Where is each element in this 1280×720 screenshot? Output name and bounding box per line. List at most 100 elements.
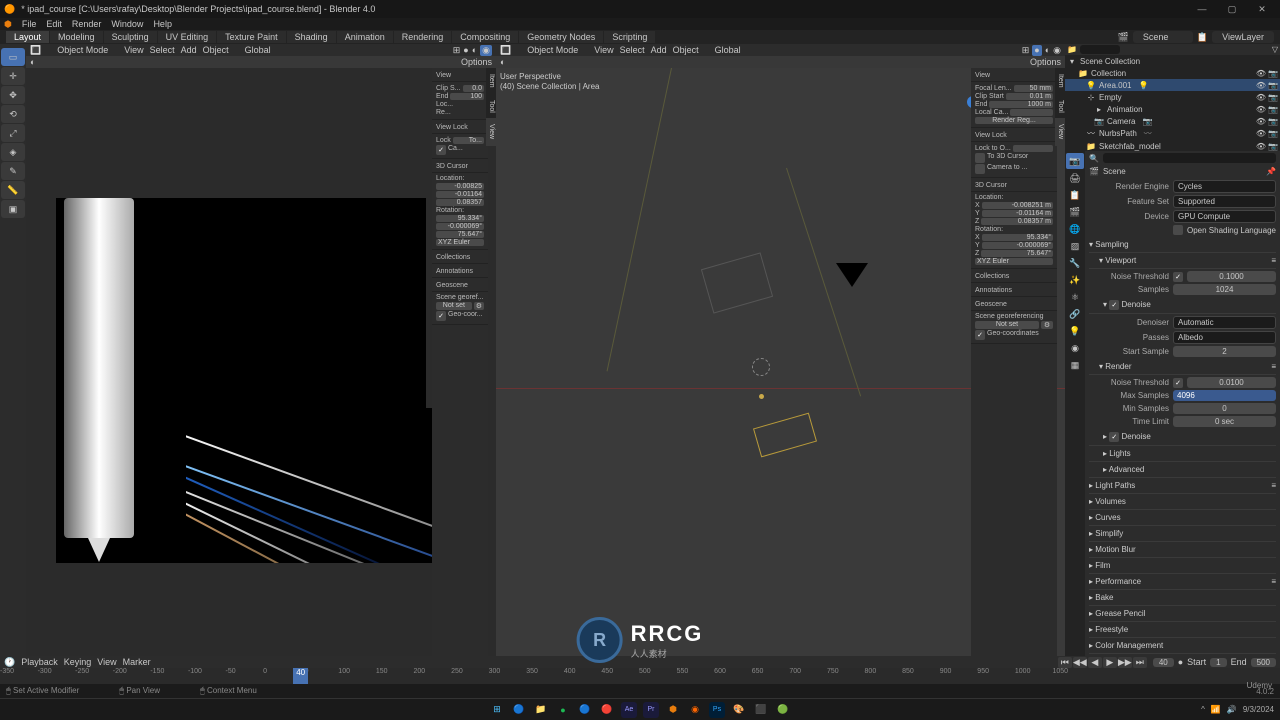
- ws-tab-modeling[interactable]: Modeling: [50, 31, 103, 43]
- np-a-geoscene[interactable]: Geoscene: [436, 282, 468, 289]
- p-denoise-vp-h[interactable]: ▾ Denoise: [1089, 297, 1276, 314]
- menu-file[interactable]: File: [22, 19, 37, 29]
- options-b[interactable]: Options: [1030, 57, 1061, 67]
- p-feature[interactable]: Supported: [1173, 195, 1276, 208]
- ptab-material[interactable]: ◉: [1066, 340, 1084, 356]
- p-panel-film[interactable]: ▸ Film: [1089, 558, 1276, 574]
- task-app-icon[interactable]: 🟢: [775, 702, 791, 718]
- out-render-icon[interactable]: 📷: [1268, 105, 1278, 114]
- ptab-texture[interactable]: ▦: [1066, 357, 1084, 373]
- np-a-view[interactable]: View: [436, 72, 451, 79]
- outliner-type-icon[interactable]: 📁: [1067, 45, 1077, 54]
- np-a-annotations[interactable]: Annotations: [436, 268, 473, 275]
- vp-a-canvas[interactable]: View Clip S...0.0 End100 Loc... Re... Vi…: [26, 68, 496, 656]
- ptab-viewlayer[interactable]: 📋: [1066, 187, 1084, 203]
- p-panel-freestyle[interactable]: ▸ Freestyle: [1089, 622, 1276, 638]
- vp-b-menu-object[interactable]: Object: [673, 45, 699, 55]
- ws-tab-compositing[interactable]: Compositing: [452, 31, 518, 43]
- p-panel-bake[interactable]: ▸ Bake: [1089, 590, 1276, 606]
- np-a-viewlock[interactable]: View Lock: [436, 124, 468, 131]
- tray-wifi-icon[interactable]: 📶: [1211, 705, 1221, 714]
- np-b-gear[interactable]: ⚙: [1041, 321, 1053, 329]
- props-search[interactable]: [1103, 153, 1276, 163]
- ntab-b-view[interactable]: View: [1055, 118, 1065, 145]
- menu-help[interactable]: Help: [153, 19, 172, 29]
- tool-move[interactable]: ✥: [1, 86, 25, 104]
- ptab-output[interactable]: 🖨: [1066, 170, 1084, 186]
- vp-a-menu-select[interactable]: Select: [150, 45, 175, 55]
- timeline-type-icon[interactable]: 🕐: [4, 657, 15, 668]
- ws-tab-rendering[interactable]: Rendering: [394, 31, 452, 43]
- out-render-icon[interactable]: 📷: [1268, 129, 1278, 138]
- editor-type-icon[interactable]: 🔳: [30, 45, 41, 56]
- outliner-row-4[interactable]: 📷Camera📷👁📷: [1065, 115, 1280, 127]
- task-start-icon[interactable]: ⊞: [489, 702, 505, 718]
- vp-b-menu-add[interactable]: Add: [651, 45, 667, 55]
- orient-b[interactable]: Global: [705, 44, 751, 56]
- ws-tab-uv[interactable]: UV Editing: [158, 31, 217, 43]
- maximize-button[interactable]: ▢: [1218, 1, 1246, 17]
- tool-scale[interactable]: ⤢: [1, 124, 25, 142]
- np-a-gear[interactable]: ⚙: [474, 302, 484, 310]
- np-a-collections[interactable]: Collections: [436, 254, 470, 261]
- np-b-collections[interactable]: Collections: [975, 273, 1009, 280]
- np-b-localcam-f[interactable]: [1010, 109, 1053, 116]
- task-pr-icon[interactable]: Pr: [643, 702, 659, 718]
- p-samp-vp[interactable]: 1024: [1173, 284, 1276, 295]
- orient-a[interactable]: Global: [235, 44, 281, 56]
- p-panel-motion-blur[interactable]: ▸ Motion Blur: [1089, 542, 1276, 558]
- np-a-z[interactable]: 0.08357: [436, 199, 484, 206]
- np-b-notset[interactable]: Not set: [975, 321, 1039, 329]
- minimize-button[interactable]: —: [1188, 1, 1216, 17]
- shading-rendered-icon[interactable]: ◉: [480, 45, 492, 56]
- task-ps-icon[interactable]: Ps: [709, 702, 725, 718]
- np-b-z[interactable]: 0.08357 m: [981, 218, 1053, 225]
- p-lights[interactable]: ▸ Lights: [1089, 446, 1276, 462]
- p-engine[interactable]: Cycles: [1173, 180, 1276, 193]
- task-figma-icon[interactable]: 🎨: [731, 702, 747, 718]
- np-b-3dcursor-check[interactable]: [975, 153, 985, 163]
- props-search-icon[interactable]: 🔍: [1089, 154, 1099, 163]
- task-blender-icon[interactable]: ⬢: [665, 702, 681, 718]
- task-unreal-icon[interactable]: ⬛: [753, 702, 769, 718]
- tray-datetime[interactable]: 9/3/2024: [1243, 705, 1274, 714]
- ntab-a-item[interactable]: Item: [486, 68, 496, 94]
- vp-b-canvas[interactable]: User Perspective (40) Scene Collection |…: [496, 68, 1065, 656]
- out-render-icon[interactable]: 📷: [1268, 81, 1278, 90]
- np-a-clip[interactable]: 0.0: [463, 85, 484, 92]
- editor-type-b-icon[interactable]: 🔳: [500, 45, 511, 56]
- ptab-modifier[interactable]: 🔧: [1066, 255, 1084, 271]
- outliner-row-5[interactable]: 〰NurbsPath〰👁📷: [1065, 127, 1280, 140]
- p-panel-performance[interactable]: ▸ Performance≡: [1089, 574, 1276, 590]
- np-b-annotations[interactable]: Annotations: [975, 287, 1012, 294]
- p-mins[interactable]: 0: [1173, 403, 1276, 414]
- menu-edit[interactable]: Edit: [46, 19, 62, 29]
- np-b-lockto-f[interactable]: [1013, 145, 1053, 152]
- ptab-data[interactable]: 💡: [1066, 323, 1084, 339]
- ptab-scene[interactable]: 🎬: [1066, 204, 1084, 220]
- ws-tab-sculpting[interactable]: Sculpting: [104, 31, 157, 43]
- vp-a-menu-add[interactable]: Add: [181, 45, 197, 55]
- p-sampling[interactable]: ▾ Sampling: [1089, 237, 1276, 253]
- panel-preset-icon[interactable]: ≡: [1271, 577, 1276, 586]
- tl-next-key[interactable]: ▶▶: [1118, 657, 1132, 668]
- out-eye-icon[interactable]: 👁: [1256, 129, 1266, 138]
- np-b-rx[interactable]: 95.334°: [982, 234, 1053, 241]
- menu-window[interactable]: Window: [111, 19, 143, 29]
- tl-view[interactable]: View: [97, 657, 116, 667]
- tl-keying[interactable]: Keying: [64, 657, 92, 667]
- p-denoise-r-h[interactable]: ▸ Denoise: [1089, 429, 1276, 446]
- task-chrome-icon[interactable]: 🔴: [599, 702, 615, 718]
- p-osl-check[interactable]: [1173, 225, 1183, 235]
- out-eye-icon[interactable]: 👁: [1256, 81, 1266, 90]
- out-render-icon[interactable]: 📷: [1268, 93, 1278, 102]
- p-tl[interactable]: 0 sec: [1173, 416, 1276, 427]
- shading-matprev-icon[interactable]: ◐: [472, 45, 477, 56]
- out-render-icon[interactable]: 📷: [1268, 69, 1278, 78]
- p-nt-vp-check[interactable]: [1173, 272, 1183, 282]
- overlays-toggle-icon[interactable]: ◐: [30, 57, 35, 67]
- props-pin-icon[interactable]: 📌: [1266, 167, 1276, 176]
- outliner-filter-icon[interactable]: ▽: [1272, 45, 1278, 54]
- p-device[interactable]: GPU Compute: [1173, 210, 1276, 223]
- task-houdini-icon[interactable]: ◉: [687, 702, 703, 718]
